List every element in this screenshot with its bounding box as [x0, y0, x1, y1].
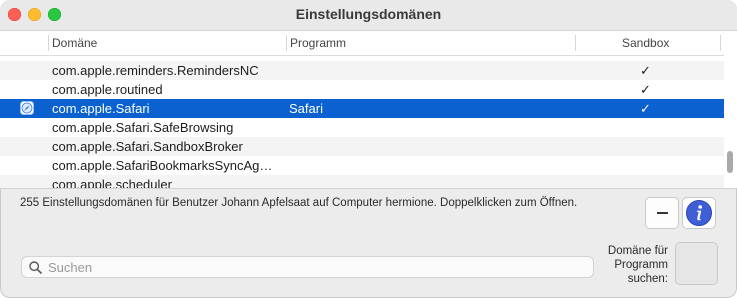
column-separator[interactable]	[720, 35, 721, 51]
minus-icon	[657, 212, 668, 214]
info-icon	[686, 200, 712, 226]
column-separator[interactable]	[286, 35, 287, 51]
table-row[interactable]: com.apple.scheduler	[0, 175, 724, 188]
vertical-scrollbar[interactable]	[724, 55, 737, 188]
safari-compass-icon	[20, 101, 34, 115]
lookup-by-program-label: Domäne für Programm suchen:	[607, 245, 668, 285]
sandbox-check: ✓	[640, 101, 651, 116]
window-title: Einstellungsdomänen	[295, 6, 442, 22]
program-cell: Safari	[289, 101, 323, 116]
preferences-domains-window: Einstellungsdomänen Domäne Programm Sand…	[0, 0, 737, 298]
column-header-domain[interactable]: Domäne	[52, 36, 97, 50]
sandbox-check: ✓	[640, 63, 651, 78]
table-row-selected[interactable]: com.apple.Safari Safari ✓	[0, 99, 724, 118]
remove-domain-button[interactable]	[645, 197, 679, 229]
scrollbar-thumb[interactable]	[727, 151, 733, 173]
status-text: 255 Einstellungsdomänen für Benutzer Joh…	[20, 197, 578, 209]
domain-cell: com.apple.Safari.SandboxBroker	[52, 139, 243, 154]
column-header-program[interactable]: Programm	[290, 36, 346, 50]
domain-cell: com.apple.Safari.SafeBrowsing	[52, 120, 234, 135]
table-row[interactable]: com.apple.routined ✓	[0, 80, 724, 99]
search-icon	[29, 261, 42, 274]
table-row[interactable]: com.apple.reminders.RemindersNC ✓	[0, 61, 724, 80]
column-header-sandbox[interactable]: Sandbox	[622, 36, 669, 50]
table-row[interactable]: com.apple.Safari.SafeBrowsing	[0, 118, 724, 137]
search-field[interactable]	[21, 256, 594, 278]
domain-cell: com.apple.SafariBookmarksSyncAg…	[52, 158, 273, 173]
table-header: Domäne Programm Sandbox	[0, 31, 737, 56]
domains-table: Domäne Programm Sandbox com.apple.remind…	[0, 31, 737, 189]
column-separator[interactable]	[48, 35, 49, 51]
table-row[interactable]: com.apple.SafariBookmarksSyncAg…	[0, 156, 724, 175]
search-input[interactable]	[48, 258, 588, 276]
info-button[interactable]	[682, 197, 716, 229]
table-body: com.apple.reminders.RemindersNC ✓ com.ap…	[0, 55, 724, 188]
program-drop-well[interactable]	[675, 242, 718, 285]
domain-cell: com.apple.Safari	[52, 101, 150, 116]
sandbox-check: ✓	[640, 82, 651, 97]
title-bar: Einstellungsdomänen	[0, 0, 737, 31]
table-row[interactable]: com.apple.Safari.SandboxBroker	[0, 137, 724, 156]
domain-cell: com.apple.routined	[52, 82, 163, 97]
column-separator[interactable]	[575, 35, 576, 51]
domain-cell: com.apple.scheduler	[52, 177, 172, 188]
domain-cell: com.apple.reminders.RemindersNC	[52, 63, 259, 78]
